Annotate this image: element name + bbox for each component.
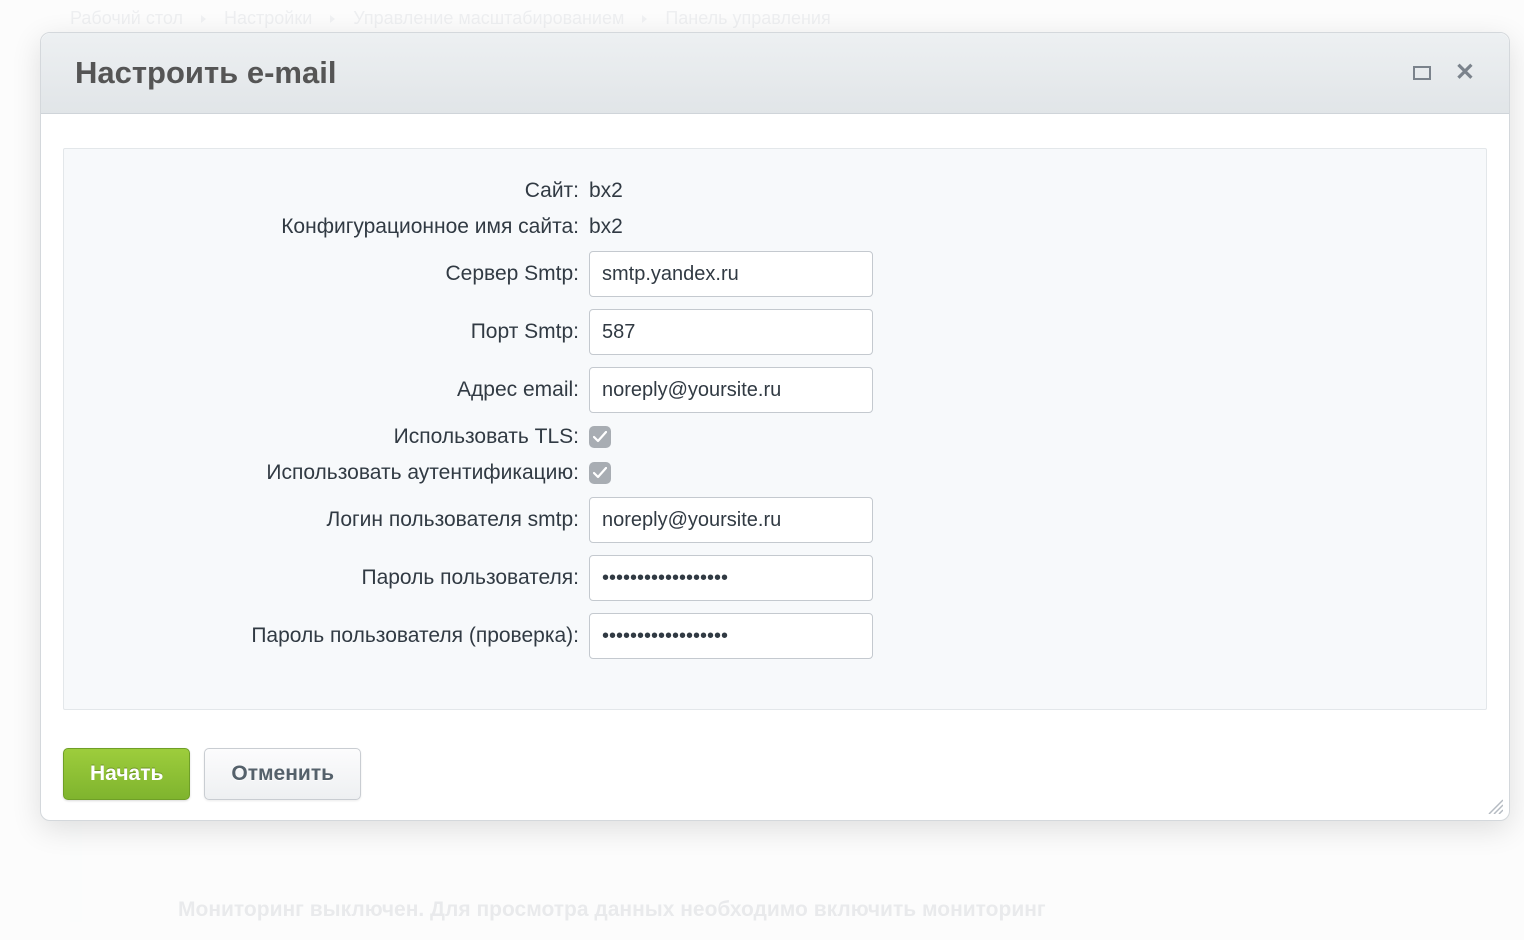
- form-row-smtp-login: Логин пользователя smtp:: [84, 497, 1466, 543]
- site-value: bx2: [589, 179, 623, 203]
- password-confirm-label: Пароль пользователя (проверка):: [84, 624, 589, 648]
- password-input[interactable]: [589, 555, 873, 601]
- use-tls-label: Использовать TLS:: [84, 425, 589, 449]
- email-settings-modal: Настроить e-mail ✕ Сайт: bx2 Конфигураци…: [40, 32, 1510, 821]
- password-confirm-input[interactable]: [589, 613, 873, 659]
- config-name-label: Конфигурационное имя сайта:: [84, 215, 589, 239]
- smtp-login-label: Логин пользователя smtp:: [84, 508, 589, 532]
- email-label: Адрес email:: [84, 378, 589, 402]
- maximize-icon[interactable]: [1413, 66, 1431, 80]
- modal-window-controls: ✕: [1413, 61, 1475, 85]
- form-row-password-confirm: Пароль пользователя (проверка):: [84, 613, 1466, 659]
- form-row-smtp-port: Порт Smtp:: [84, 309, 1466, 355]
- config-name-value: bx2: [589, 215, 623, 239]
- cancel-button[interactable]: Отменить: [204, 748, 361, 800]
- email-input[interactable]: [589, 367, 873, 413]
- form-row-smtp-server: Сервер Smtp:: [84, 251, 1466, 297]
- form-row-password: Пароль пользователя:: [84, 555, 1466, 601]
- check-icon: [593, 431, 607, 443]
- site-label: Сайт:: [84, 179, 589, 203]
- smtp-server-input[interactable]: [589, 251, 873, 297]
- resize-grip[interactable]: [1485, 796, 1503, 814]
- modal-footer: Начать Отменить: [41, 730, 1509, 820]
- modal-header: Настроить e-mail ✕: [41, 33, 1509, 114]
- smtp-server-label: Сервер Smtp:: [84, 262, 589, 286]
- smtp-login-input[interactable]: [589, 497, 873, 543]
- smtp-port-label: Порт Smtp:: [84, 320, 589, 344]
- form-row-use-auth: Использовать аутентификацию:: [84, 461, 1466, 485]
- form-row-site: Сайт: bx2: [84, 179, 1466, 203]
- close-icon[interactable]: ✕: [1455, 61, 1475, 85]
- use-auth-checkbox[interactable]: [589, 462, 611, 484]
- use-tls-checkbox[interactable]: [589, 426, 611, 448]
- use-auth-label: Использовать аутентификацию:: [84, 461, 589, 485]
- resize-grip-icon: [1485, 796, 1503, 814]
- modal-body: Сайт: bx2 Конфигурационное имя сайта: bx…: [41, 114, 1509, 730]
- form-row-use-tls: Использовать TLS:: [84, 425, 1466, 449]
- form-row-email: Адрес email:: [84, 367, 1466, 413]
- password-label: Пароль пользователя:: [84, 566, 589, 590]
- form-row-config-name: Конфигурационное имя сайта: bx2: [84, 215, 1466, 239]
- smtp-port-input[interactable]: [589, 309, 873, 355]
- modal-title: Настроить e-mail: [75, 55, 336, 91]
- check-icon: [593, 467, 607, 479]
- form-container: Сайт: bx2 Конфигурационное имя сайта: bx…: [63, 148, 1487, 710]
- start-button[interactable]: Начать: [63, 748, 190, 800]
